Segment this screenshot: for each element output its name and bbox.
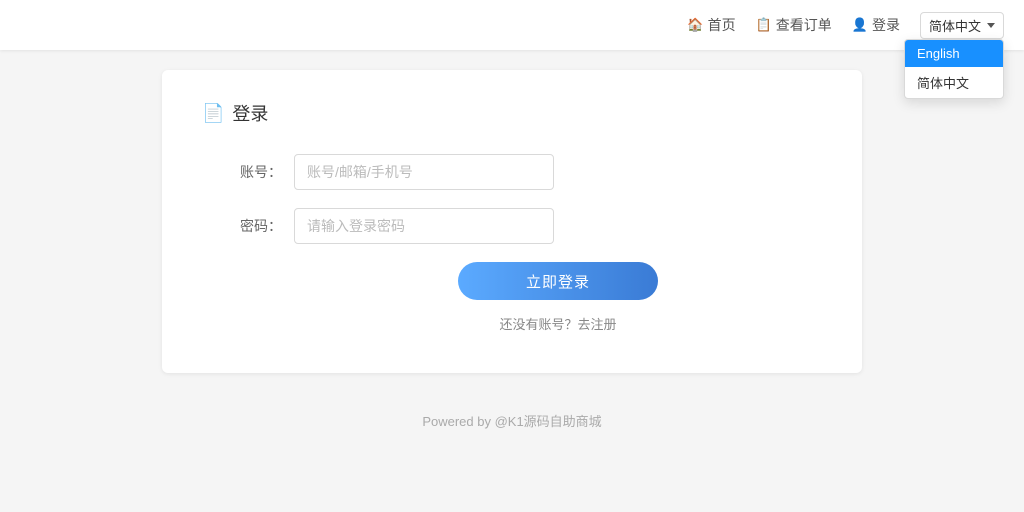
header-nav: 🏠 首页 📋 查看订单 👤 登录 简体中文 English 简体中文 xyxy=(687,12,1004,39)
password-row: 密码： xyxy=(202,208,822,244)
orders-nav-label: 查看订单 xyxy=(776,15,832,35)
main-content: 📄 登录 账号： 密码： 立即登录 还没有账号？去注册 xyxy=(0,50,1024,393)
user-icon: 👤 xyxy=(852,17,868,33)
login-title: 📄 登录 xyxy=(202,100,822,126)
home-nav-icon: 🏠 xyxy=(687,17,703,33)
language-dropdown-wrapper: 简体中文 English 简体中文 xyxy=(920,12,1004,39)
form-actions: 立即登录 还没有账号？去注册 xyxy=(294,262,822,333)
login-title-icon: 📄 xyxy=(202,103,224,124)
header: 🏠 首页 📋 查看订单 👤 登录 简体中文 English 简体中文 xyxy=(0,0,1024,50)
orders-icon: 📋 xyxy=(756,17,772,33)
home-nav-label: 首页 xyxy=(708,15,736,35)
password-label: 密码： xyxy=(202,216,282,236)
login-title-text: 登录 xyxy=(232,100,268,126)
language-dropdown-menu: English 简体中文 xyxy=(904,39,1004,99)
footer-text: Powered by @K1源码自助商城 xyxy=(422,414,601,429)
login-card: 📄 登录 账号： 密码： 立即登录 还没有账号？去注册 xyxy=(162,70,862,373)
chevron-down-icon xyxy=(987,23,995,28)
nav-orders[interactable]: 📋 查看订单 xyxy=(756,15,832,35)
account-label: 账号： xyxy=(202,162,282,182)
password-input[interactable] xyxy=(294,208,554,244)
lang-option-english[interactable]: English xyxy=(905,40,1003,67)
login-button[interactable]: 立即登录 xyxy=(458,262,658,300)
login-nav-label: 登录 xyxy=(872,15,900,35)
account-input[interactable] xyxy=(294,154,554,190)
register-link[interactable]: 还没有账号？去注册 xyxy=(499,314,616,333)
nav-home[interactable]: 🏠 首页 xyxy=(687,15,735,35)
current-language-label: 简体中文 xyxy=(929,16,981,35)
language-select[interactable]: 简体中文 xyxy=(920,12,1004,39)
footer: Powered by @K1源码自助商城 xyxy=(0,393,1024,448)
account-row: 账号： xyxy=(202,154,822,190)
lang-option-chinese[interactable]: 简体中文 xyxy=(905,67,1003,98)
nav-login[interactable]: 👤 登录 xyxy=(852,15,900,35)
